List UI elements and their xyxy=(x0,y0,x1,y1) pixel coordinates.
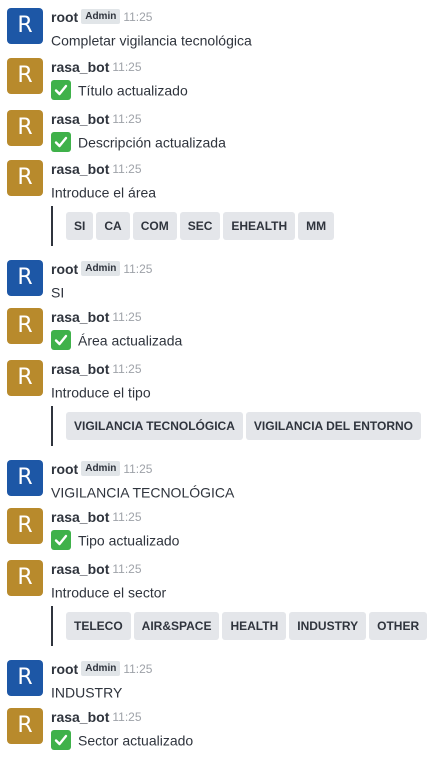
message-text: SI xyxy=(51,284,65,301)
role-badge: Admin xyxy=(81,261,121,277)
timestamp: 11:25 xyxy=(112,161,142,176)
message-text: Completar vigilancia tecnológica xyxy=(51,32,252,49)
quick-reply-buttons: VIGILANCIA TECNOLÓGICA VIGILANCIA DEL ENT… xyxy=(51,406,424,446)
message-header: rasa_bot 11:25 xyxy=(51,560,142,578)
quick-reply-button-vigilancia-del-entorno[interactable]: VIGILANCIA DEL ENTORNO xyxy=(245,412,422,440)
message-body: Introduce el tipo xyxy=(51,381,151,402)
message-header: rasa_bot 11:25 xyxy=(51,160,142,178)
timestamp: 11:25 xyxy=(123,461,153,476)
check-mark-icon xyxy=(51,330,71,351)
message-body: Descripción actualizada xyxy=(51,131,226,153)
timestamp: 11:25 xyxy=(112,59,142,74)
avatar[interactable]: R xyxy=(7,360,43,396)
message-body: Título actualizado xyxy=(51,79,188,101)
message-body: Completar vigilancia tecnológica xyxy=(51,29,252,50)
message-header: rasa_bot 11:25 xyxy=(51,508,142,526)
avatar[interactable]: R xyxy=(7,8,43,44)
username[interactable]: rasa_bot xyxy=(51,59,109,75)
message-body: Área actualizada xyxy=(51,329,183,351)
message-header: root Admin 11:25 xyxy=(51,8,152,26)
message-body: Sector actualizado xyxy=(51,729,194,751)
quick-reply-button-health[interactable]: HEALTH xyxy=(222,612,287,640)
username[interactable]: rasa_bot xyxy=(51,309,109,325)
avatar[interactable]: R xyxy=(7,308,43,344)
message-text: Sector actualizado xyxy=(78,732,194,749)
avatar[interactable]: R xyxy=(7,560,43,596)
avatar[interactable]: R xyxy=(7,260,43,296)
username[interactable]: rasa_bot xyxy=(51,509,109,525)
check-mark-icon xyxy=(51,530,71,551)
message-text: Área actualizada xyxy=(78,332,183,349)
username[interactable]: rasa_bot xyxy=(51,111,109,127)
quick-reply-button-sec[interactable]: SEC xyxy=(179,212,221,240)
message-header: root Admin 11:25 xyxy=(51,260,152,278)
quick-reply-buttons: TELECO AIR&SPACE HEALTH INDUSTRY OTHER xyxy=(51,606,430,646)
message-body: SI xyxy=(51,281,64,302)
timestamp: 11:25 xyxy=(123,9,153,24)
avatar[interactable]: R xyxy=(7,460,43,496)
message-header: rasa_bot 11:25 xyxy=(51,308,142,326)
avatar[interactable]: R xyxy=(7,708,43,744)
quick-reply-button-si[interactable]: SI xyxy=(66,212,94,240)
username[interactable]: rasa_bot xyxy=(51,561,109,577)
quick-reply-button-com[interactable]: COM xyxy=(132,212,177,240)
message-body: INDUSTRY xyxy=(51,681,122,702)
message-body: VIGILANCIA TECNOLÓGICA xyxy=(51,481,234,502)
check-mark-icon xyxy=(51,132,71,153)
username[interactable]: root xyxy=(51,461,78,477)
username[interactable]: rasa_bot xyxy=(51,709,109,725)
message-text: Descripción actualizada xyxy=(78,134,226,151)
message-body: Introduce el área xyxy=(51,181,156,202)
timestamp: 11:25 xyxy=(123,261,153,276)
quick-reply-button-industry[interactable]: INDUSTRY xyxy=(289,612,367,640)
quick-reply-button-air-space[interactable]: AIR&SPACE xyxy=(133,612,220,640)
timestamp: 11:25 xyxy=(112,561,142,576)
message-header: root Admin 11:25 xyxy=(51,660,152,678)
timestamp: 11:25 xyxy=(123,661,153,676)
timestamp: 11:25 xyxy=(112,709,142,724)
message-text: Introduce el tipo xyxy=(51,384,151,401)
chat-message-list: Rroot Admin 11:25 Completar vigilancia tecn… xyxy=(0,0,441,763)
avatar[interactable]: R xyxy=(7,160,43,196)
role-badge: Admin xyxy=(81,9,121,25)
message-text: Introduce el área xyxy=(51,184,157,201)
username[interactable]: rasa_bot xyxy=(51,161,109,177)
message-header: rasa_bot 11:25 xyxy=(51,110,142,128)
quick-reply-button-ehealth[interactable]: EHEALTH xyxy=(223,212,296,240)
message-body: Introduce el sector xyxy=(51,581,166,602)
message-text: Título actualizado xyxy=(78,82,188,99)
timestamp: 11:25 xyxy=(112,361,142,376)
message-text: Introduce el sector xyxy=(51,584,167,601)
quick-reply-button-ca[interactable]: CA xyxy=(96,212,130,240)
message-header: rasa_bot 11:25 xyxy=(51,708,142,726)
quick-reply-button-teleco[interactable]: TELECO xyxy=(66,612,131,640)
quick-reply-buttons: SI CA COM SEC EHEALTH MM xyxy=(51,206,337,246)
message-body: Tipo actualizado xyxy=(51,529,180,551)
message-header: rasa_bot 11:25 xyxy=(51,58,142,76)
avatar[interactable]: R xyxy=(7,508,43,544)
role-badge: Admin xyxy=(81,461,121,477)
check-mark-icon xyxy=(51,730,71,751)
message-text: Tipo actualizado xyxy=(78,532,180,549)
timestamp: 11:25 xyxy=(112,309,142,324)
message-text: VIGILANCIA TECNOLÓGICA xyxy=(51,484,235,501)
username[interactable]: root xyxy=(51,9,78,25)
username[interactable]: root xyxy=(51,661,78,677)
username[interactable]: root xyxy=(51,261,78,277)
message-header: rasa_bot 11:25 xyxy=(51,360,142,378)
avatar[interactable]: R xyxy=(7,110,43,146)
quick-reply-button-mm[interactable]: MM xyxy=(298,212,335,240)
role-badge: Admin xyxy=(81,661,121,677)
avatar[interactable]: R xyxy=(7,660,43,696)
message-text: INDUSTRY xyxy=(51,684,123,701)
avatar[interactable]: R xyxy=(7,58,43,94)
timestamp: 11:25 xyxy=(112,111,142,126)
message-header: root Admin 11:25 xyxy=(51,460,152,478)
timestamp: 11:25 xyxy=(112,509,142,524)
check-mark-icon xyxy=(51,80,71,101)
username[interactable]: rasa_bot xyxy=(51,361,109,377)
quick-reply-button-other[interactable]: OTHER xyxy=(369,612,428,640)
quick-reply-button-vigilancia-tecnologica[interactable]: VIGILANCIA TECNOLÓGICA xyxy=(66,412,243,440)
